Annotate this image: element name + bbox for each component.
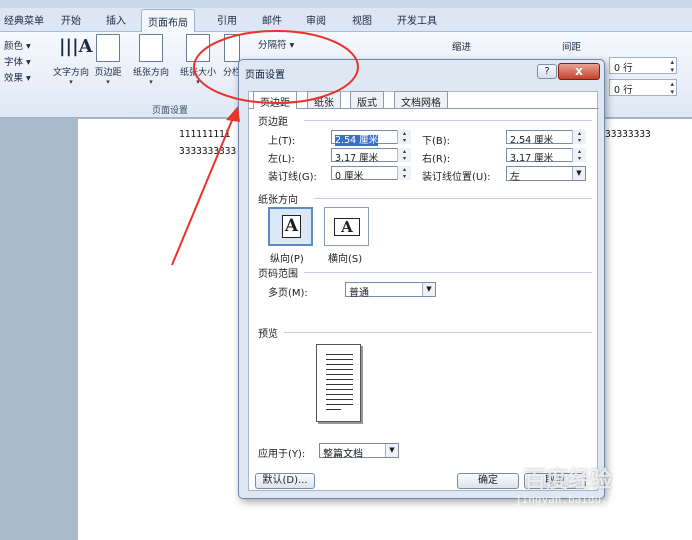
right-margin-label: 右(R): xyxy=(422,154,451,165)
preview-section-label: 预览 xyxy=(258,329,278,340)
help-button[interactable]: ? xyxy=(537,64,557,79)
tab-references[interactable]: 引用 xyxy=(217,12,237,27)
close-button[interactable]: x xyxy=(558,63,600,80)
title-bar xyxy=(0,0,692,8)
preview-line xyxy=(326,399,353,400)
doc-line-1: 111111111 xyxy=(179,129,231,140)
preview-line xyxy=(326,359,353,360)
theme-colors-button[interactable]: 颜色 ▾ xyxy=(4,38,31,52)
orientation-button[interactable]: 纸张方向 ▾ xyxy=(128,34,174,86)
preview-line xyxy=(326,389,353,390)
margins-button[interactable]: 页边距 ▾ xyxy=(93,34,123,86)
chevron-down-icon[interactable]: ▼ xyxy=(385,444,398,457)
theme-effects-button[interactable]: 效果 ▾ xyxy=(4,70,31,84)
portrait-label: 纵向(P) xyxy=(270,254,304,265)
ok-button[interactable]: 确定 xyxy=(457,473,519,489)
theme-fonts-button[interactable]: 字体 ▾ xyxy=(4,54,31,68)
dialog-body: 页边距 纸张 版式 文档网格 页边距 上(T): 2.54 厘米 ▴ ▾ 下(B)… xyxy=(248,91,599,491)
portrait-icon: A xyxy=(282,215,301,238)
tab-classic-menu[interactable]: 经典菜单 xyxy=(4,12,44,27)
spin-arrows-icon[interactable]: ▴ ▾ xyxy=(670,58,674,74)
landscape-button[interactable]: A xyxy=(324,207,369,246)
breaks-button[interactable]: 分隔符 ▾ xyxy=(258,37,294,51)
tab-layout[interactable]: 版式 xyxy=(350,91,384,109)
text-direction-icon: |||A xyxy=(59,36,93,57)
section-divider xyxy=(284,332,592,333)
indent-label: 缩进 xyxy=(452,42,472,53)
doc-line-3: 33333333 xyxy=(605,129,651,140)
tab-view[interactable]: 视图 xyxy=(352,12,372,27)
apply-to-select[interactable]: 整篇文档 ▼ xyxy=(319,443,399,460)
orientation-section-label: 纸张方向 xyxy=(258,195,298,206)
tab-developer[interactable]: 开发工具 xyxy=(397,12,437,27)
page-setup-group-label: 页面设置 xyxy=(152,106,189,116)
margins-icon xyxy=(96,34,120,62)
gutter-position-select[interactable]: 左 ▼ xyxy=(506,166,586,183)
margins-section-label: 页边距 xyxy=(258,117,288,128)
doc-line-2: 3333333333 xyxy=(179,146,237,157)
tab-home[interactable]: 开始 xyxy=(61,12,81,27)
section-divider xyxy=(314,198,592,199)
text-direction-button[interactable]: |||A 文字方向 ▾ xyxy=(50,34,93,86)
ribbon-tabs: 经典菜单 开始 插入 页面布局 引用 邮件 审阅 视图 开发工具 xyxy=(0,8,692,32)
preview-line xyxy=(326,384,353,385)
default-button[interactable]: 默认(D)... xyxy=(255,473,315,489)
page-setup-dialog: 页面设置 ? x 页边距 纸张 版式 文档网格 页边距 上(T): 2.54 厘… xyxy=(238,59,605,499)
dialog-title: 页面设置 xyxy=(245,70,285,81)
gutter-position-label: 装订线位置(U): xyxy=(422,172,491,183)
left-margin-spin-icon[interactable]: ▴ ▾ xyxy=(397,148,411,162)
orientation-icon xyxy=(139,34,163,62)
watermark-url: jingyan.baidu.com xyxy=(515,493,628,506)
preview-line xyxy=(326,379,353,380)
tab-margins[interactable]: 页边距 xyxy=(253,91,297,109)
spacing-label: 间距 xyxy=(562,42,582,53)
section-divider xyxy=(304,120,592,121)
tab-insert[interactable]: 插入 xyxy=(106,12,126,27)
size-button[interactable]: 纸张大小 ▾ xyxy=(176,34,220,86)
tab-doc-grid[interactable]: 文档网格 xyxy=(394,91,448,109)
multiple-pages-select[interactable]: 普通 ▼ xyxy=(345,282,436,299)
top-margin-label: 上(T): xyxy=(268,136,296,147)
tab-review[interactable]: 审阅 xyxy=(306,12,326,27)
tab-page-layout[interactable]: 页面布局 xyxy=(141,9,195,32)
pages-section-label: 页码范围 xyxy=(258,269,298,280)
preview-line xyxy=(326,364,353,365)
watermark-logo: 百度经验 xyxy=(524,468,613,493)
section-divider xyxy=(304,272,592,273)
landscape-label: 横向(S) xyxy=(328,254,363,265)
spacing-before-field[interactable]: 0 行 ▴ ▾ xyxy=(609,57,677,74)
bottom-margin-spin-icon[interactable]: ▴ ▾ xyxy=(572,130,586,144)
preview-line xyxy=(326,404,353,405)
apply-to-label: 应用于(Y): xyxy=(258,449,306,460)
landscape-icon: A xyxy=(334,218,360,236)
multiple-pages-label: 多页(M): xyxy=(268,288,308,299)
chevron-down-icon[interactable]: ▼ xyxy=(422,283,435,296)
preview-line xyxy=(326,374,353,375)
preview-line xyxy=(326,369,353,370)
gutter-label: 装订线(G): xyxy=(268,172,317,183)
left-margin-label: 左(L): xyxy=(268,154,295,165)
tab-paper[interactable]: 纸张 xyxy=(307,91,341,109)
size-icon xyxy=(186,34,210,62)
columns-icon xyxy=(224,34,240,62)
top-margin-spin-icon[interactable]: ▴ ▾ xyxy=(397,130,411,144)
preview-line xyxy=(326,394,353,395)
preview-line xyxy=(326,354,353,355)
chevron-down-icon[interactable]: ▼ xyxy=(572,167,585,180)
portrait-button[interactable]: A xyxy=(268,207,313,246)
right-margin-spin-icon[interactable]: ▴ ▾ xyxy=(572,148,586,162)
bottom-margin-label: 下(B): xyxy=(422,136,451,147)
spin-arrows-icon[interactable]: ▴ ▾ xyxy=(670,80,674,96)
spacing-after-field[interactable]: 0 行 ▴ ▾ xyxy=(609,79,677,96)
page-preview xyxy=(316,344,361,422)
tab-mailings[interactable]: 邮件 xyxy=(262,12,282,27)
gutter-spin-icon[interactable]: ▴ ▾ xyxy=(397,166,411,180)
preview-line xyxy=(326,409,341,410)
